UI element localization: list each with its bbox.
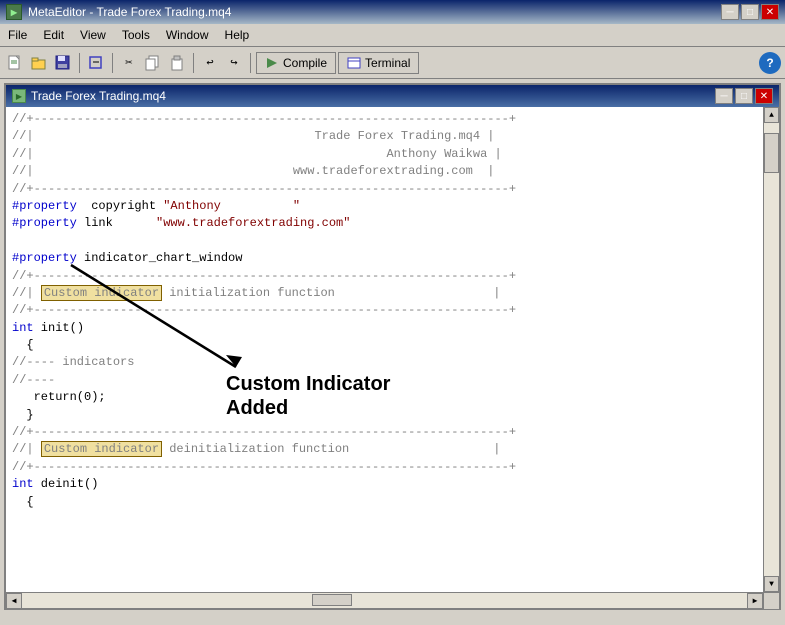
code-line-18: } — [12, 407, 757, 424]
scroll-up-button[interactable]: ▲ — [764, 107, 779, 123]
terminal-button[interactable]: Terminal — [338, 52, 419, 74]
code-line-1: //+-------------------------------------… — [12, 111, 757, 128]
save-button[interactable] — [52, 52, 74, 74]
vertical-scrollbar[interactable]: ▲ ▼ — [763, 107, 779, 592]
minimize-button[interactable]: ─ — [721, 4, 739, 20]
scroll-h-thumb[interactable] — [312, 594, 352, 606]
title-bar: ▶ MetaEditor - Trade Forex Trading.mq4 ─… — [0, 0, 785, 24]
compile-button[interactable]: Compile — [256, 52, 336, 74]
code-line-17: return(0); — [12, 389, 757, 406]
scroll-track — [764, 123, 779, 576]
menu-help[interactable]: Help — [217, 26, 258, 44]
code-line-7: #property link "www.tradeforextrading.co… — [12, 215, 757, 232]
code-line-10: //+-------------------------------------… — [12, 268, 757, 285]
doc-close-button[interactable]: ✕ — [755, 88, 773, 104]
undo-button[interactable]: ↩ — [199, 52, 221, 74]
code-line-12: //+-------------------------------------… — [12, 302, 757, 319]
scroll-right-button[interactable]: ▶ — [747, 593, 763, 609]
maximize-button[interactable]: □ — [741, 4, 759, 20]
code-line-2: //| Trade Forex Trading.mq4 | — [12, 128, 757, 145]
scroll-thumb[interactable] — [764, 133, 779, 173]
code-line-19: //+-------------------------------------… — [12, 424, 757, 441]
code-line-13: int init() — [12, 320, 757, 337]
code-line-3: //| Anthony Waikwa | — [12, 146, 757, 163]
app-icon: ▶ — [6, 4, 22, 20]
document-container: ▶ Trade Forex Trading.mq4 ─ □ ✕ //+-----… — [4, 83, 781, 610]
code-line-20: //| Custom indicator deinitialization fu… — [12, 441, 757, 458]
menu-edit[interactable]: Edit — [35, 26, 72, 44]
code-line-8 — [12, 233, 757, 250]
document-win-controls: ─ □ ✕ — [715, 88, 773, 104]
help-button[interactable]: ? — [759, 52, 781, 74]
paste-button[interactable] — [166, 52, 188, 74]
select-all-button[interactable] — [85, 52, 107, 74]
document-icon: ▶ — [12, 89, 26, 103]
code-line-23: { — [12, 494, 757, 511]
code-line-4: //| www.tradeforextrading.com | — [12, 163, 757, 180]
scroll-down-button[interactable]: ▼ — [764, 576, 779, 592]
code-line-9: #property indicator_chart_window — [12, 250, 757, 267]
scroll-h-track — [22, 593, 747, 608]
code-line-6: #property copyright "Anthony " — [12, 198, 757, 215]
separator-4 — [250, 53, 251, 73]
app-title: MetaEditor - Trade Forex Trading.mq4 — [28, 5, 231, 19]
new-file-button[interactable] — [4, 52, 26, 74]
document-title: Trade Forex Trading.mq4 — [31, 89, 166, 103]
code-line-16: //---- — [12, 372, 757, 389]
code-line-15: //---- indicators — [12, 354, 757, 371]
menu-view[interactable]: View — [72, 26, 114, 44]
menu-bar: File Edit View Tools Window Help — [0, 24, 785, 47]
close-button[interactable]: ✕ — [761, 4, 779, 20]
scroll-left-button[interactable]: ◀ — [6, 593, 22, 609]
toolbar: ✂ ↩ ↪ Compile Terminal ? — [0, 47, 785, 79]
separator-2 — [112, 53, 113, 73]
menu-window[interactable]: Window — [158, 26, 217, 44]
code-line-14: { — [12, 337, 757, 354]
copy-button[interactable] — [142, 52, 164, 74]
resize-corner — [763, 593, 779, 609]
code-editor: //+-------------------------------------… — [6, 107, 779, 592]
code-line-11: //| Custom indicator initialization func… — [12, 285, 757, 302]
open-file-button[interactable] — [28, 52, 50, 74]
horizontal-scrollbar[interactable]: ◀ ▶ — [6, 592, 779, 608]
code-content[interactable]: //+-------------------------------------… — [6, 107, 763, 592]
document-title-bar: ▶ Trade Forex Trading.mq4 ─ □ ✕ — [6, 85, 779, 107]
redo-button[interactable]: ↪ — [223, 52, 245, 74]
separator-3 — [193, 53, 194, 73]
cut-button[interactable]: ✂ — [118, 52, 140, 74]
menu-file[interactable]: File — [0, 26, 35, 44]
doc-maximize-button[interactable]: □ — [735, 88, 753, 104]
code-line-22: int deinit() — [12, 476, 757, 493]
code-line-5: //+-------------------------------------… — [12, 181, 757, 198]
code-line-21: //+-------------------------------------… — [12, 459, 757, 476]
doc-minimize-button[interactable]: ─ — [715, 88, 733, 104]
menu-tools[interactable]: Tools — [114, 26, 158, 44]
separator-1 — [79, 53, 80, 73]
